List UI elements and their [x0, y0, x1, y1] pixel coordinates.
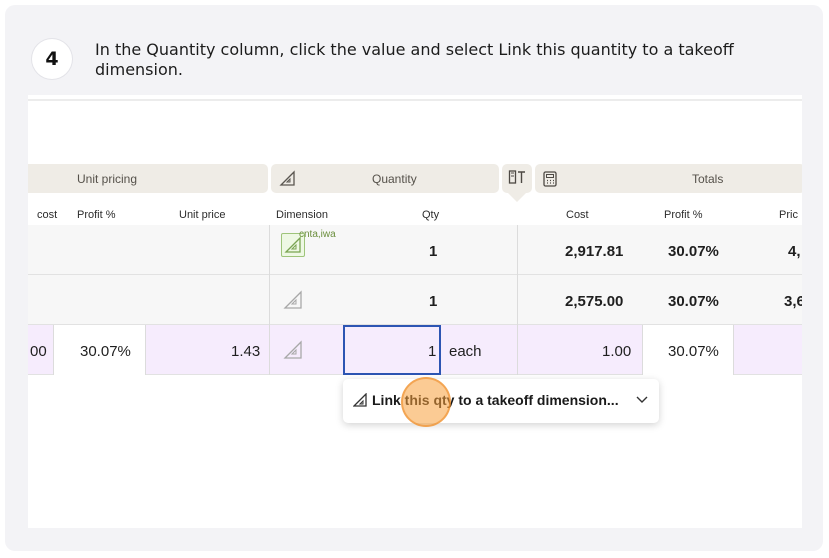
measure-triangle-icon [352, 392, 368, 412]
col-qty[interactable]: Qty [422, 209, 439, 221]
quantity-input[interactable]: 1 [343, 325, 441, 375]
col-cost-left[interactable]: cost [37, 209, 57, 221]
col-profit-pct-right[interactable]: Profit % [664, 209, 703, 221]
dimension-tag: cnta,iwa [299, 229, 336, 240]
link-takeoff-menu[interactable]: Link this qty to a takeoff dimension... [343, 379, 659, 423]
group-unit-pricing-label: Unit pricing [77, 171, 138, 186]
profit-value[interactable]: 30.07% [668, 343, 719, 360]
cost-value: 2,917.81 [565, 243, 624, 260]
group-quantity: Quantity [271, 164, 499, 193]
col-cost[interactable]: Cost [566, 209, 589, 221]
group-quantity-label: Quantity [372, 172, 417, 186]
unit-price-value[interactable]: 1.43 [231, 343, 260, 360]
profit-value: 30.07% [668, 243, 719, 260]
group-tools[interactable] [502, 164, 532, 193]
column-divider [145, 325, 146, 375]
col-profit-pct[interactable]: Profit % [77, 209, 116, 221]
cost-value: 2,575.00 [565, 293, 624, 310]
profit-left-value[interactable]: 30.07% [80, 343, 131, 360]
tools-icon[interactable] [508, 169, 526, 188]
col-dimension[interactable]: Dimension [276, 209, 328, 221]
calculator-icon[interactable] [543, 171, 557, 190]
dimension-icon[interactable] [281, 338, 305, 362]
divider [28, 99, 802, 101]
dimension-icon[interactable] [281, 288, 305, 312]
step-instruction: In the Quantity column, click the value … [95, 40, 734, 79]
qty-value[interactable]: 1 [429, 243, 437, 260]
col-unit-price[interactable]: Unit price [179, 209, 225, 221]
profit-value: 30.07% [668, 293, 719, 310]
group-totals: Totals [535, 164, 802, 193]
step-number: 4 [32, 39, 72, 79]
col-price[interactable]: Pric [779, 209, 798, 221]
tools-notch [507, 192, 527, 202]
unit-label: each [449, 343, 482, 360]
group-unit-pricing: Unit pricing [28, 164, 268, 193]
column-divider [517, 225, 518, 375]
price-value: 3,6 [784, 293, 802, 310]
chevron-down-icon[interactable] [635, 392, 649, 411]
group-totals-label: Totals [692, 172, 724, 186]
price-value: 4, [788, 243, 801, 260]
click-indicator [401, 377, 451, 427]
cost-left-value: 00 [30, 343, 47, 360]
cost-value: 1.00 [602, 343, 632, 360]
column-divider [269, 225, 270, 375]
measure-triangle-icon[interactable] [279, 170, 297, 190]
quantity-input-value: 1 [428, 343, 437, 360]
screenshot-panel: Unit pricing Quantity Totals cost Profit… [28, 95, 802, 528]
qty-value[interactable]: 1 [429, 293, 437, 310]
